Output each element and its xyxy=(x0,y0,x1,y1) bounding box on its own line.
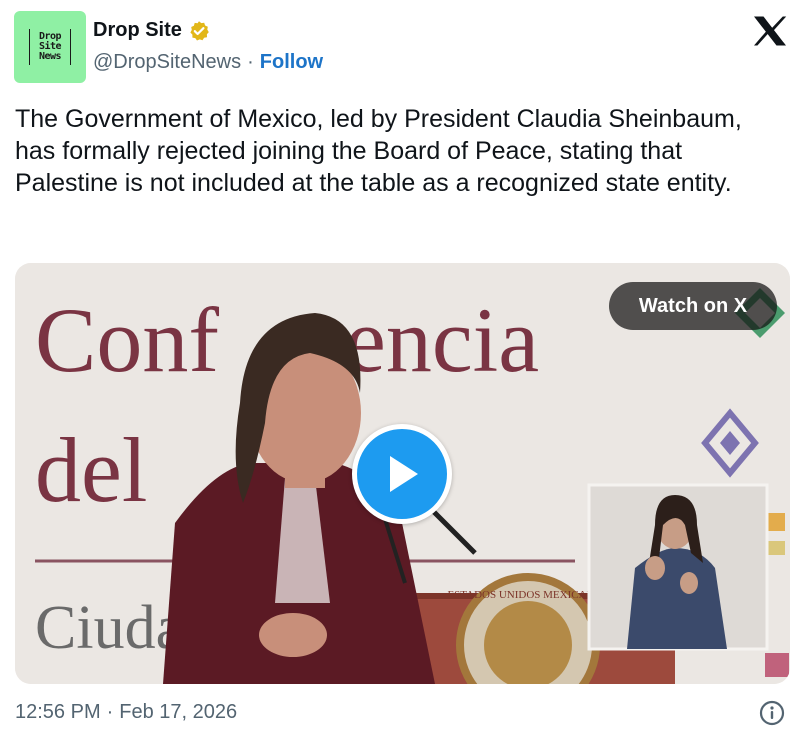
backdrop-text: del xyxy=(35,419,147,521)
author-handle[interactable]: @DropSiteNews xyxy=(93,51,241,74)
separator-dot: · xyxy=(106,701,114,723)
verified-badge-icon xyxy=(190,20,209,40)
play-icon xyxy=(390,456,418,492)
author-name[interactable]: Drop Site xyxy=(93,19,182,42)
backdrop-text: Conf xyxy=(35,289,219,391)
info-icon[interactable] xyxy=(759,700,785,726)
watch-on-x-button[interactable]: Watch on X xyxy=(609,282,777,330)
author-name-row: Drop Site xyxy=(93,19,210,42)
tweet-footer: 12:56 PM · Feb 17, 2026 xyxy=(15,701,237,724)
backdrop-text: Ciuda xyxy=(35,594,183,662)
tweet-text: The Government of Mexico, led by Preside… xyxy=(15,105,742,197)
separator-dot: · xyxy=(247,51,254,73)
backdrop-text: encia xyxy=(345,289,539,391)
seal-text: ESTADOS UNIDOS MEXICANOS xyxy=(447,589,608,601)
follow-button[interactable]: Follow xyxy=(260,51,323,74)
x-logo-icon[interactable] xyxy=(753,16,787,46)
play-button[interactable] xyxy=(352,424,452,524)
tweet-date[interactable]: Feb 17, 2026 xyxy=(119,701,237,724)
tweet-time[interactable]: 12:56 PM xyxy=(15,701,101,724)
video-media[interactable]: Conf encia del Ciuda ESTADOS UNIDOS MEXI… xyxy=(15,263,790,684)
author-handle-row: @DropSiteNews · Follow xyxy=(93,51,323,74)
author-avatar[interactable]: Drop Site News xyxy=(14,11,86,83)
avatar-logo: Drop Site News xyxy=(29,29,71,65)
avatar-logo-line: News xyxy=(38,51,62,62)
